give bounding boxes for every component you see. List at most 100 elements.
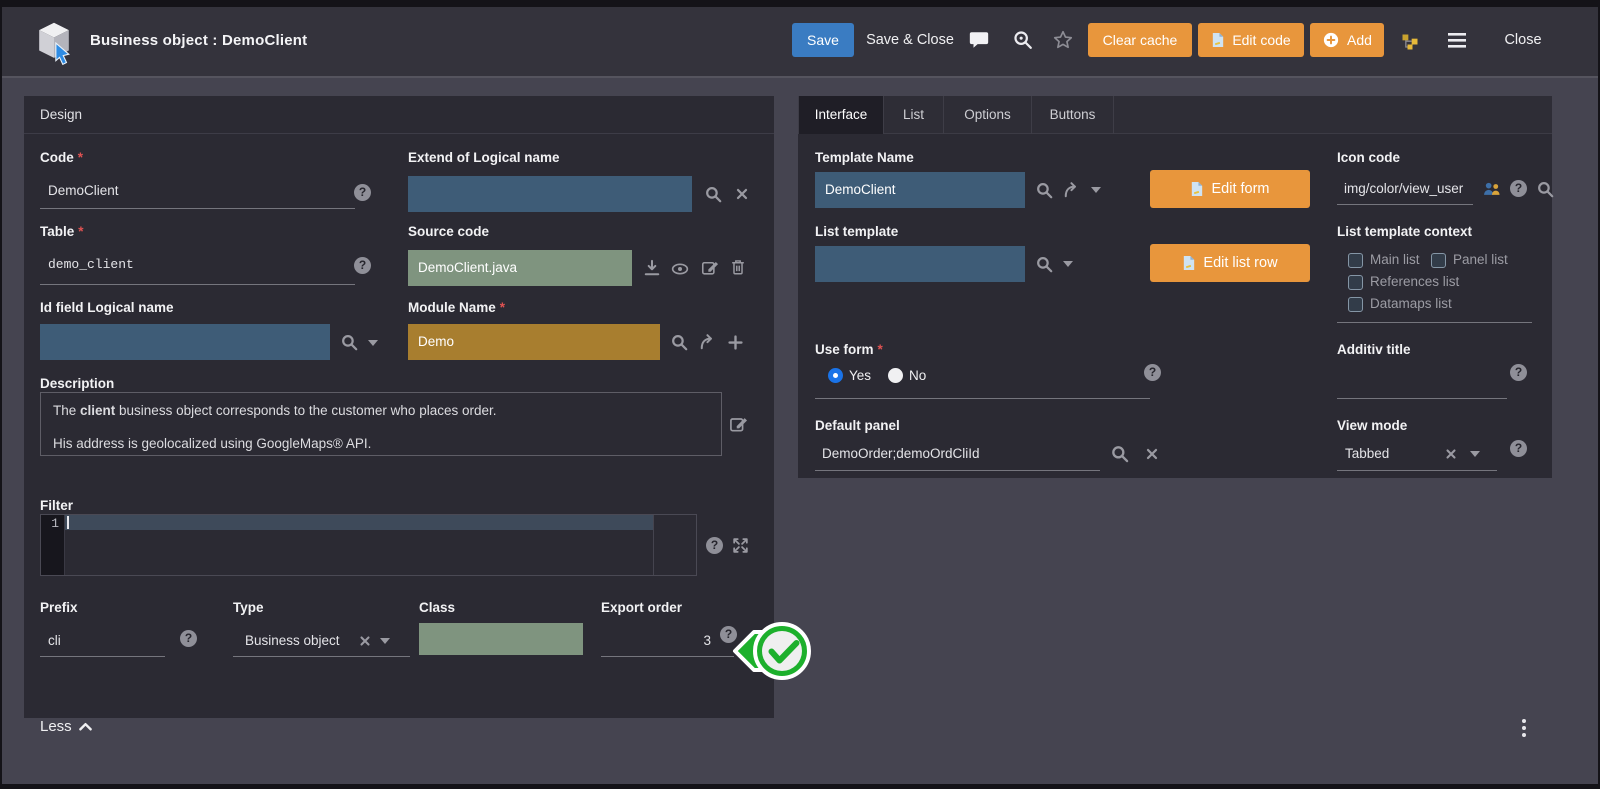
- id-field-input[interactable]: [40, 324, 330, 360]
- icon-code-search-icon[interactable]: [1536, 180, 1555, 199]
- extend-clear-icon[interactable]: [734, 186, 750, 202]
- tab-bar: Interface List Options Buttons: [798, 96, 1552, 134]
- filter-expand-icon[interactable]: [731, 536, 750, 555]
- view-mode-label: View mode: [1337, 418, 1407, 433]
- id-field-dropdown-caret-icon[interactable]: [368, 340, 378, 346]
- module-input[interactable]: Demo: [408, 324, 660, 360]
- use-form-yes-label: Yes: [849, 368, 871, 383]
- more-options-kebab-icon[interactable]: [1522, 716, 1526, 740]
- zoom-search-icon[interactable]: [1012, 29, 1034, 51]
- editor-print-margin: [653, 515, 654, 575]
- edit-source-icon[interactable]: [700, 258, 719, 277]
- additiv-title-help-icon[interactable]: ?: [1510, 364, 1527, 381]
- editor-active-line: [65, 515, 653, 530]
- view-mode-dropdown-caret-icon[interactable]: [1470, 451, 1480, 457]
- edit-code-button[interactable]: Edit code: [1198, 23, 1304, 57]
- template-open-arrow-icon[interactable]: [1062, 180, 1082, 200]
- prefix-value[interactable]: cli: [48, 633, 61, 648]
- required-asterisk: *: [78, 150, 83, 165]
- save-and-close-button[interactable]: Save & Close: [858, 23, 962, 57]
- template-name-input[interactable]: DemoClient: [815, 172, 1025, 208]
- tab-interface[interactable]: Interface: [798, 96, 884, 134]
- class-label: Class: [419, 600, 455, 615]
- view-source-eye-icon[interactable]: [670, 260, 690, 278]
- close-button[interactable]: Close: [1492, 23, 1554, 57]
- tab-list[interactable]: List: [884, 96, 944, 134]
- prefix-label: Prefix: [40, 600, 78, 615]
- chevron-up-icon: [79, 722, 92, 731]
- use-form-yes-radio[interactable]: [828, 368, 843, 383]
- list-template-input[interactable]: [815, 246, 1025, 282]
- type-clear-icon[interactable]: [358, 634, 372, 648]
- class-input[interactable]: [419, 623, 583, 655]
- code-value[interactable]: DemoClient: [48, 183, 119, 198]
- less-toggle[interactable]: Less: [40, 718, 92, 735]
- plus-circle-icon: [1322, 31, 1340, 49]
- tab-options[interactable]: Options: [944, 96, 1032, 134]
- menu-hamburger-icon[interactable]: [1448, 33, 1466, 49]
- document-icon: [1182, 255, 1196, 271]
- view-mode-clear-icon[interactable]: [1444, 447, 1458, 461]
- add-button[interactable]: Add: [1310, 23, 1384, 57]
- editor-text-caret: [67, 516, 69, 529]
- module-search-icon[interactable]: [670, 333, 689, 352]
- tab-buttons[interactable]: Buttons: [1032, 96, 1114, 134]
- source-code-input[interactable]: DemoClient.java: [408, 250, 632, 286]
- panel-list-checkbox[interactable]: [1431, 253, 1446, 268]
- filter-code-editor[interactable]: 1: [40, 514, 697, 576]
- type-label: Type: [233, 600, 264, 615]
- edit-form-button[interactable]: Edit form: [1150, 170, 1310, 208]
- table-help-icon[interactable]: ?: [354, 257, 371, 274]
- datamaps-list-checkbox[interactable]: [1348, 297, 1363, 312]
- favorite-star-icon[interactable]: [1052, 29, 1074, 51]
- edit-list-row-button[interactable]: Edit list row: [1150, 244, 1310, 282]
- document-icon: [1211, 32, 1225, 48]
- delete-source-trash-icon[interactable]: [729, 258, 747, 277]
- default-panel-value[interactable]: DemoOrder;demoOrdCliId: [822, 446, 980, 461]
- list-template-dropdown-caret-icon[interactable]: [1063, 261, 1073, 267]
- header-bar: Business object : DemoClient Save Save &…: [2, 7, 1598, 76]
- prefix-help-icon[interactable]: ?: [180, 630, 197, 647]
- use-form-no-label: No: [909, 368, 926, 383]
- view-mode-underline: [1337, 470, 1497, 471]
- list-template-label: List template: [815, 224, 898, 239]
- save-button[interactable]: Save: [792, 23, 854, 57]
- type-value[interactable]: Business object: [245, 633, 340, 648]
- icon-code-value[interactable]: img/color/view_user: [1344, 181, 1463, 196]
- list-template-search-icon[interactable]: [1035, 255, 1054, 274]
- clear-cache-button[interactable]: Clear cache: [1088, 23, 1192, 57]
- default-panel-search-icon[interactable]: [1110, 444, 1130, 464]
- type-underline: [233, 656, 410, 657]
- edit-description-icon[interactable]: [728, 414, 748, 434]
- use-form-no-radio[interactable]: [888, 368, 903, 383]
- id-field-search-icon[interactable]: [340, 333, 359, 352]
- extend-search-icon[interactable]: [704, 185, 723, 204]
- description-textarea[interactable]: The client business object corresponds t…: [40, 392, 722, 456]
- view-mode-help-icon[interactable]: ?: [1510, 440, 1527, 457]
- icon-code-help-icon[interactable]: ?: [1510, 180, 1527, 197]
- template-dropdown-caret-icon[interactable]: [1091, 187, 1101, 193]
- datamaps-list-checkbox-label: Datamaps list: [1370, 296, 1452, 311]
- icon-code-label: Icon code: [1337, 150, 1400, 165]
- table-value[interactable]: demo_client: [48, 257, 134, 272]
- use-form-underline: [815, 398, 1150, 399]
- main-list-checkbox[interactable]: [1348, 253, 1363, 268]
- use-form-help-icon[interactable]: ?: [1144, 364, 1161, 381]
- default-panel-clear-icon[interactable]: [1144, 446, 1160, 462]
- app-window: Business object : DemoClient Save Save &…: [0, 0, 1600, 789]
- filter-help-icon[interactable]: ?: [706, 537, 723, 554]
- code-help-icon[interactable]: ?: [354, 184, 371, 201]
- download-icon[interactable]: [642, 258, 662, 278]
- type-dropdown-caret-icon[interactable]: [380, 638, 390, 644]
- module-add-plus-icon[interactable]: [726, 333, 745, 352]
- extend-input[interactable]: [408, 176, 692, 212]
- module-open-arrow-icon[interactable]: [698, 332, 718, 352]
- references-list-checkbox[interactable]: [1348, 275, 1363, 290]
- list-template-context-underline: [1337, 322, 1532, 323]
- hierarchy-tree-icon[interactable]: [1400, 32, 1420, 52]
- template-search-icon[interactable]: [1035, 181, 1054, 200]
- export-order-value[interactable]: 3: [601, 633, 711, 648]
- comments-icon[interactable]: [968, 29, 990, 51]
- module-label: Module Name*: [408, 300, 505, 315]
- view-mode-value[interactable]: Tabbed: [1345, 446, 1389, 461]
